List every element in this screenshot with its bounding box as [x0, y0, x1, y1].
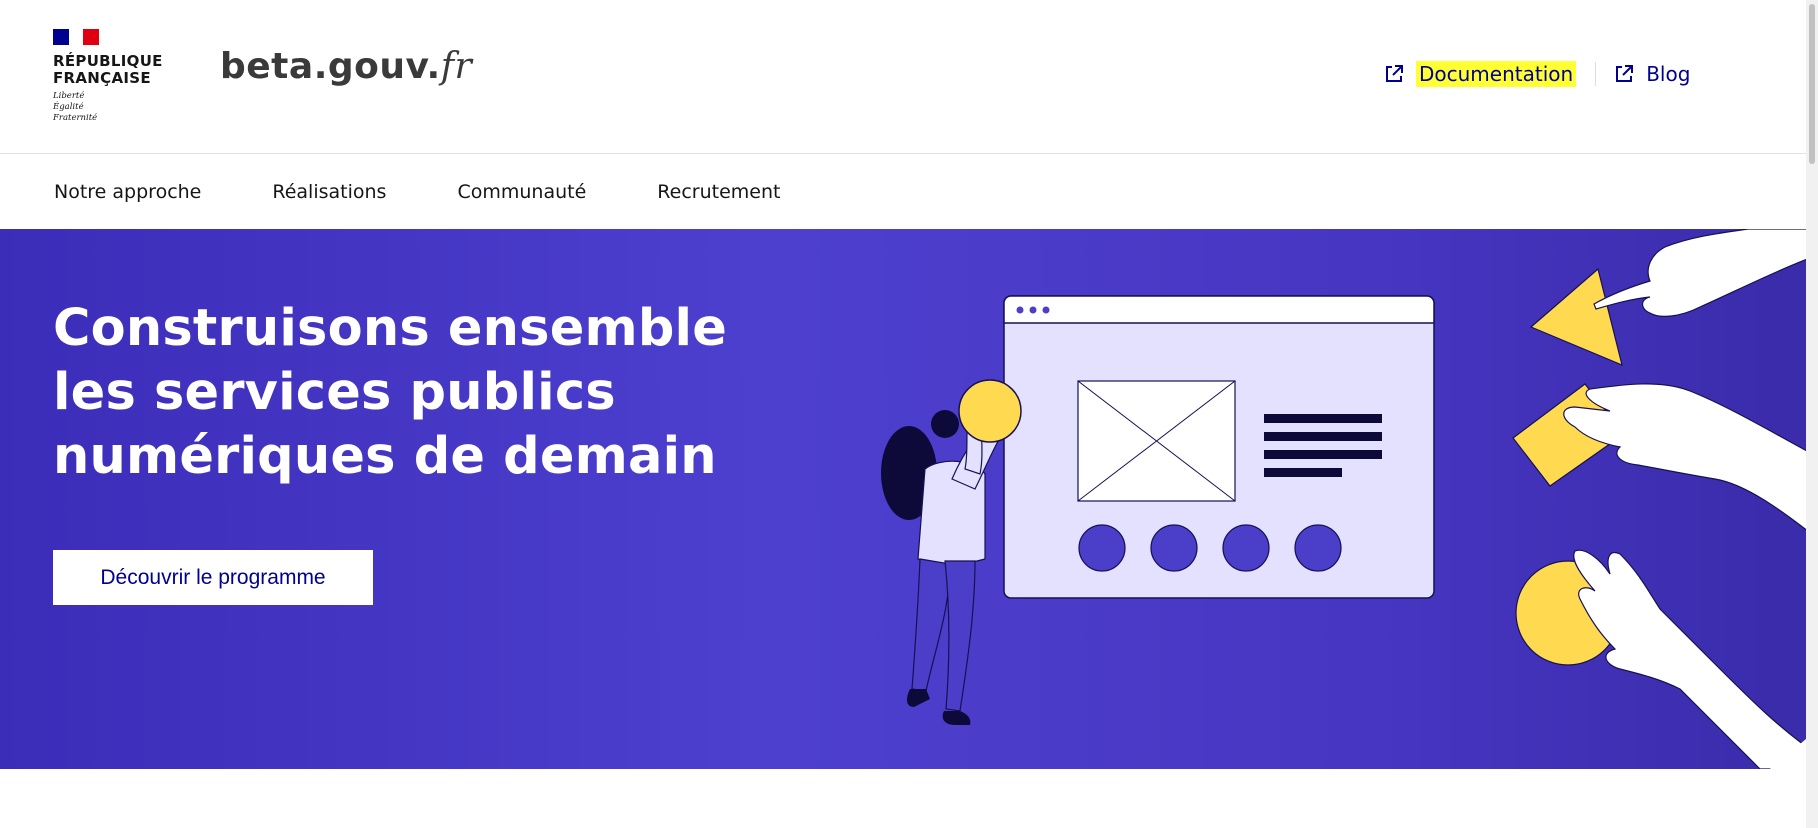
hero-title: Construisons ensemble les services publi… [53, 299, 728, 486]
nav-item-notre-approche[interactable]: Notre approche [54, 181, 201, 203]
site-name-suffix: fr [440, 46, 473, 87]
hands-with-shapes-illustration [1512, 229, 1818, 769]
browser-window-illustration [1003, 295, 1435, 599]
blog-label: Blog [1646, 62, 1691, 86]
external-link-icon [1616, 65, 1634, 82]
site-name-main: beta.gouv. [220, 46, 441, 87]
main-navigation: Notre approche Réalisations Communauté R… [0, 155, 1818, 229]
blog-link[interactable]: Blog [1614, 62, 1690, 86]
motto: Liberté Égalité Fraternité [53, 91, 98, 123]
nav-item-communaute[interactable]: Communauté [457, 181, 586, 203]
republic-name: RÉPUBLIQUE FRANÇAISE [53, 52, 163, 87]
nav-item-realisations[interactable]: Réalisations [272, 181, 386, 203]
site-header: RÉPUBLIQUE FRANÇAISE Liberté Égalité Fra… [0, 0, 1818, 154]
scrollbar-thumb[interactable] [1809, 4, 1815, 164]
nav-item-recrutement[interactable]: Recrutement [657, 181, 780, 203]
french-flag-icon [53, 29, 99, 45]
woman-figure-illustration [881, 379, 1022, 725]
page-scrollbar[interactable] [1806, 0, 1818, 828]
discover-program-button[interactable]: Découvrir le programme [53, 550, 373, 605]
documentation-link[interactable]: Documentation [1384, 61, 1577, 87]
tools-separator [1595, 62, 1597, 86]
header-tools: Documentation Blog [1384, 61, 1690, 87]
republique-francaise-logo[interactable]: RÉPUBLIQUE FRANÇAISE Liberté Égalité Fra… [53, 29, 163, 124]
hero-banner: Construisons ensemble les services publi… [0, 229, 1818, 769]
external-link-icon [1386, 65, 1403, 82]
documentation-label: Documentation [1416, 61, 1577, 87]
site-name-link[interactable]: beta.gouv.fr [220, 46, 472, 87]
